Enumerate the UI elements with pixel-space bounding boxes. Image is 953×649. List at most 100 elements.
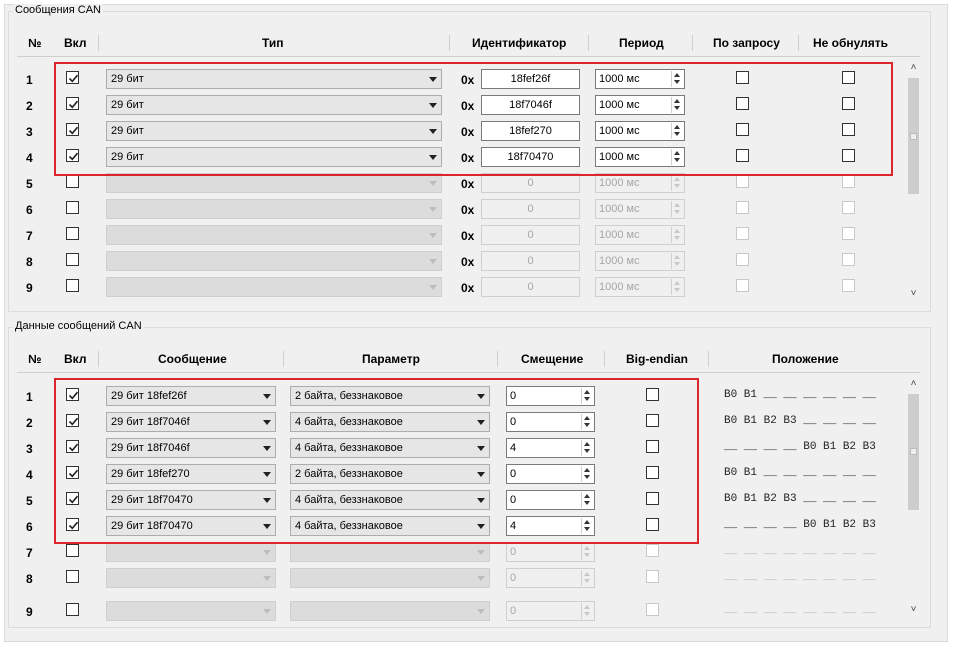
spin-down-icon[interactable] xyxy=(674,210,680,214)
type-select[interactable]: 29 бит xyxy=(106,95,442,115)
scroll-down-icon[interactable]: ˅ xyxy=(906,288,921,300)
spin-up-icon[interactable] xyxy=(584,605,590,609)
spin-buttons[interactable] xyxy=(581,518,593,534)
type-select[interactable]: 29 бит xyxy=(106,147,442,167)
spin-buttons[interactable] xyxy=(671,123,683,139)
message-select[interactable]: 29 бит 18f70470 xyxy=(106,490,276,510)
enabled-checkbox[interactable] xyxy=(66,279,79,292)
enabled-checkbox[interactable] xyxy=(66,466,79,479)
no-reset-checkbox[interactable] xyxy=(842,123,855,136)
offset-spinbox[interactable]: 0 xyxy=(506,386,595,406)
enabled-checkbox[interactable] xyxy=(66,440,79,453)
spin-up-icon[interactable] xyxy=(674,203,680,207)
identifier-input[interactable]: 18fef270 xyxy=(481,121,580,141)
no-reset-checkbox[interactable] xyxy=(842,279,855,292)
period-spinbox[interactable]: 1000 мс xyxy=(595,225,685,245)
spin-up-icon[interactable] xyxy=(584,416,590,420)
spin-buttons[interactable] xyxy=(671,279,683,295)
period-spinbox[interactable]: 1000 мс xyxy=(595,121,685,141)
no-reset-checkbox[interactable] xyxy=(842,227,855,240)
message-select[interactable] xyxy=(106,601,276,621)
spin-down-icon[interactable] xyxy=(674,158,680,162)
spin-buttons[interactable] xyxy=(581,414,593,430)
identifier-input[interactable]: 18f7046f xyxy=(481,95,580,115)
spin-up-icon[interactable] xyxy=(674,151,680,155)
offset-spinbox[interactable]: 0 xyxy=(506,490,595,510)
on-request-checkbox[interactable] xyxy=(736,279,749,292)
spin-up-icon[interactable] xyxy=(674,99,680,103)
parameter-select[interactable] xyxy=(290,568,490,588)
spin-down-icon[interactable] xyxy=(584,423,590,427)
parameter-select[interactable]: 4 байта, беззнаковое xyxy=(290,516,490,536)
spin-buttons[interactable] xyxy=(671,149,683,165)
enabled-checkbox[interactable] xyxy=(66,227,79,240)
period-spinbox[interactable]: 1000 мс xyxy=(595,147,685,167)
big-endian-checkbox[interactable] xyxy=(646,440,659,453)
offset-spinbox[interactable]: 0 xyxy=(506,412,595,432)
enabled-checkbox[interactable] xyxy=(66,175,79,188)
spin-up-icon[interactable] xyxy=(584,468,590,472)
identifier-input[interactable]: 0 xyxy=(481,173,580,193)
enabled-checkbox[interactable] xyxy=(66,149,79,162)
spin-buttons[interactable] xyxy=(671,227,683,243)
spin-down-icon[interactable] xyxy=(584,553,590,557)
type-select[interactable] xyxy=(106,277,442,297)
period-spinbox[interactable]: 1000 мс xyxy=(595,277,685,297)
enabled-checkbox[interactable] xyxy=(66,544,79,557)
can-data-scrollbar[interactable]: ˄ ˅ xyxy=(906,378,921,618)
period-spinbox[interactable]: 1000 мс xyxy=(595,173,685,193)
enabled-checkbox[interactable] xyxy=(66,71,79,84)
enabled-checkbox[interactable] xyxy=(66,603,79,616)
identifier-input[interactable]: 0 xyxy=(481,199,580,219)
identifier-input[interactable]: 18f70470 xyxy=(481,147,580,167)
enabled-checkbox[interactable] xyxy=(66,201,79,214)
spin-down-icon[interactable] xyxy=(584,397,590,401)
type-select[interactable] xyxy=(106,251,442,271)
enabled-checkbox[interactable] xyxy=(66,492,79,505)
big-endian-checkbox[interactable] xyxy=(646,466,659,479)
spin-buttons[interactable] xyxy=(671,175,683,191)
offset-spinbox[interactable]: 0 xyxy=(506,601,595,621)
message-select[interactable]: 29 бит 18f7046f xyxy=(106,412,276,432)
on-request-checkbox[interactable] xyxy=(736,175,749,188)
spin-down-icon[interactable] xyxy=(584,449,590,453)
offset-spinbox[interactable]: 4 xyxy=(506,516,595,536)
offset-spinbox[interactable]: 0 xyxy=(506,464,595,484)
big-endian-checkbox[interactable] xyxy=(646,570,659,583)
message-select[interactable] xyxy=(106,542,276,562)
type-select[interactable]: 29 бит xyxy=(106,69,442,89)
spin-buttons[interactable] xyxy=(581,603,593,619)
spin-up-icon[interactable] xyxy=(584,546,590,550)
message-select[interactable] xyxy=(106,568,276,588)
scroll-up-icon[interactable]: ˄ xyxy=(906,62,921,74)
parameter-select[interactable]: 2 байта, беззнаковое xyxy=(290,464,490,484)
period-spinbox[interactable]: 1000 мс xyxy=(595,199,685,219)
spin-buttons[interactable] xyxy=(581,492,593,508)
enabled-checkbox[interactable] xyxy=(66,97,79,110)
on-request-checkbox[interactable] xyxy=(736,149,749,162)
spin-up-icon[interactable] xyxy=(674,73,680,77)
spin-up-icon[interactable] xyxy=(584,520,590,524)
spin-down-icon[interactable] xyxy=(584,527,590,531)
spin-buttons[interactable] xyxy=(671,201,683,217)
enabled-checkbox[interactable] xyxy=(66,388,79,401)
big-endian-checkbox[interactable] xyxy=(646,544,659,557)
spin-buttons[interactable] xyxy=(581,466,593,482)
spin-buttons[interactable] xyxy=(671,253,683,269)
identifier-input[interactable]: 0 xyxy=(481,277,580,297)
spin-buttons[interactable] xyxy=(581,440,593,456)
on-request-checkbox[interactable] xyxy=(736,97,749,110)
spin-up-icon[interactable] xyxy=(584,442,590,446)
spin-buttons[interactable] xyxy=(581,388,593,404)
parameter-select[interactable]: 4 байта, беззнаковое xyxy=(290,412,490,432)
message-select[interactable]: 29 бит 18fef26f xyxy=(106,386,276,406)
message-select[interactable]: 29 бит 18f70470 xyxy=(106,516,276,536)
spin-down-icon[interactable] xyxy=(584,475,590,479)
spin-down-icon[interactable] xyxy=(584,579,590,583)
on-request-checkbox[interactable] xyxy=(736,253,749,266)
offset-spinbox[interactable]: 4 xyxy=(506,438,595,458)
enabled-checkbox[interactable] xyxy=(66,518,79,531)
offset-spinbox[interactable]: 0 xyxy=(506,568,595,588)
spin-buttons[interactable] xyxy=(581,570,593,586)
parameter-select[interactable]: 2 байта, беззнаковое xyxy=(290,386,490,406)
